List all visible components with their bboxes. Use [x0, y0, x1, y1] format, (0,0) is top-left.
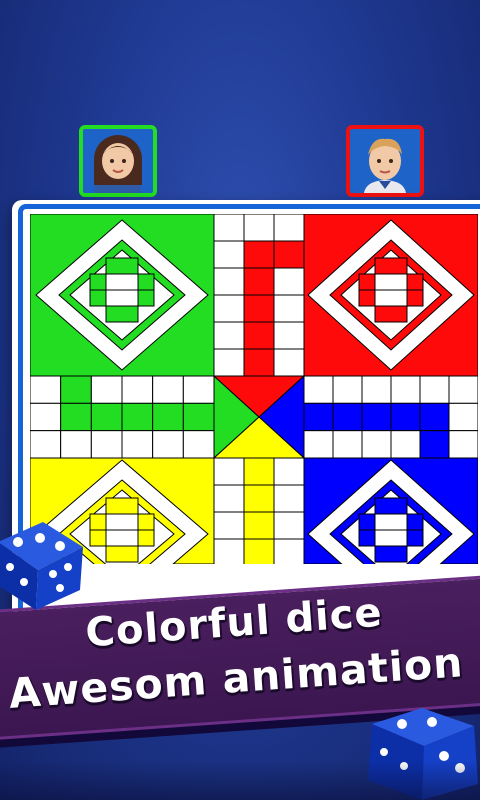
board-cell[interactable] — [419, 430, 450, 459]
board-cell[interactable] — [90, 402, 123, 432]
board-cell[interactable] — [152, 430, 184, 459]
board-cell[interactable] — [213, 538, 245, 564]
board-cell[interactable] — [243, 321, 275, 350]
board-cell[interactable] — [332, 430, 363, 459]
ludo-board[interactable] — [30, 214, 478, 564]
board-cell[interactable] — [213, 294, 245, 323]
board-cell[interactable] — [60, 402, 92, 432]
board-cell[interactable] — [121, 402, 154, 432]
board-cell[interactable] — [213, 321, 245, 350]
board-cell[interactable] — [243, 538, 275, 564]
board-cell[interactable] — [390, 402, 421, 432]
board-cell[interactable] — [448, 430, 478, 459]
board-cell[interactable] — [361, 375, 392, 404]
board-cell[interactable] — [361, 402, 392, 432]
board-cell[interactable] — [243, 294, 275, 323]
board-cell[interactable] — [152, 375, 184, 404]
board-cell[interactable] — [30, 402, 62, 432]
center-home-triangles — [212, 374, 306, 460]
board-cell[interactable] — [243, 484, 275, 513]
board-cell[interactable] — [213, 511, 245, 540]
board-cell[interactable] — [243, 214, 275, 242]
board-cell[interactable] — [419, 375, 450, 404]
board-cell[interactable] — [303, 375, 334, 404]
board-cell[interactable] — [243, 267, 275, 296]
board-cell[interactable] — [390, 430, 421, 459]
board-cell[interactable] — [273, 457, 305, 486]
board-cell[interactable] — [90, 430, 123, 459]
board-cell[interactable] — [273, 348, 305, 377]
board-cell[interactable] — [273, 294, 305, 323]
blue-home-base — [303, 457, 478, 564]
board-cell[interactable] — [419, 402, 450, 432]
board-cell[interactable] — [213, 484, 245, 513]
green-home-base — [30, 214, 215, 377]
board-cell[interactable] — [303, 430, 334, 459]
board-cell[interactable] — [448, 402, 478, 432]
board-cell[interactable] — [390, 375, 421, 404]
board-cell[interactable] — [213, 240, 245, 269]
left-die-icon[interactable] — [0, 512, 88, 612]
board-cell[interactable] — [152, 402, 184, 432]
board-cell[interactable] — [30, 430, 62, 459]
board-cell[interactable] — [361, 430, 392, 459]
board-cell[interactable] — [121, 375, 154, 404]
board-cell[interactable] — [448, 375, 478, 404]
board-cell[interactable] — [60, 375, 92, 404]
red-player-avatar-frame[interactable] — [346, 125, 424, 197]
board-cell[interactable] — [182, 375, 215, 404]
board-cell[interactable] — [182, 430, 215, 459]
board-cell[interactable] — [213, 267, 245, 296]
board-cell[interactable] — [243, 348, 275, 377]
board-cell[interactable] — [213, 457, 245, 486]
board-cell[interactable] — [273, 484, 305, 513]
bottom-shade — [0, 760, 480, 800]
board-cell[interactable] — [273, 214, 305, 242]
board-cell[interactable] — [273, 511, 305, 540]
board-cell[interactable] — [243, 240, 275, 269]
board-cell[interactable] — [243, 457, 275, 486]
board-cell[interactable] — [213, 214, 245, 242]
board-cell[interactable] — [273, 267, 305, 296]
board-cell[interactable] — [90, 375, 123, 404]
board-cell[interactable] — [213, 348, 245, 377]
board-cell[interactable] — [182, 402, 215, 432]
boy-avatar-icon — [364, 138, 406, 193]
red-home-base — [303, 214, 478, 377]
board-cell[interactable] — [273, 538, 305, 564]
board-cell[interactable] — [30, 375, 62, 404]
board-cell[interactable] — [273, 321, 305, 350]
board-cell[interactable] — [332, 375, 363, 404]
board-cell[interactable] — [60, 430, 92, 459]
board-cell[interactable] — [273, 240, 305, 269]
green-player-avatar-frame[interactable] — [79, 125, 157, 197]
board-cell[interactable] — [243, 511, 275, 540]
board-cell[interactable] — [121, 430, 154, 459]
girl-avatar-icon — [94, 135, 142, 193]
board-cell[interactable] — [332, 402, 363, 432]
board-cell[interactable] — [303, 402, 334, 432]
